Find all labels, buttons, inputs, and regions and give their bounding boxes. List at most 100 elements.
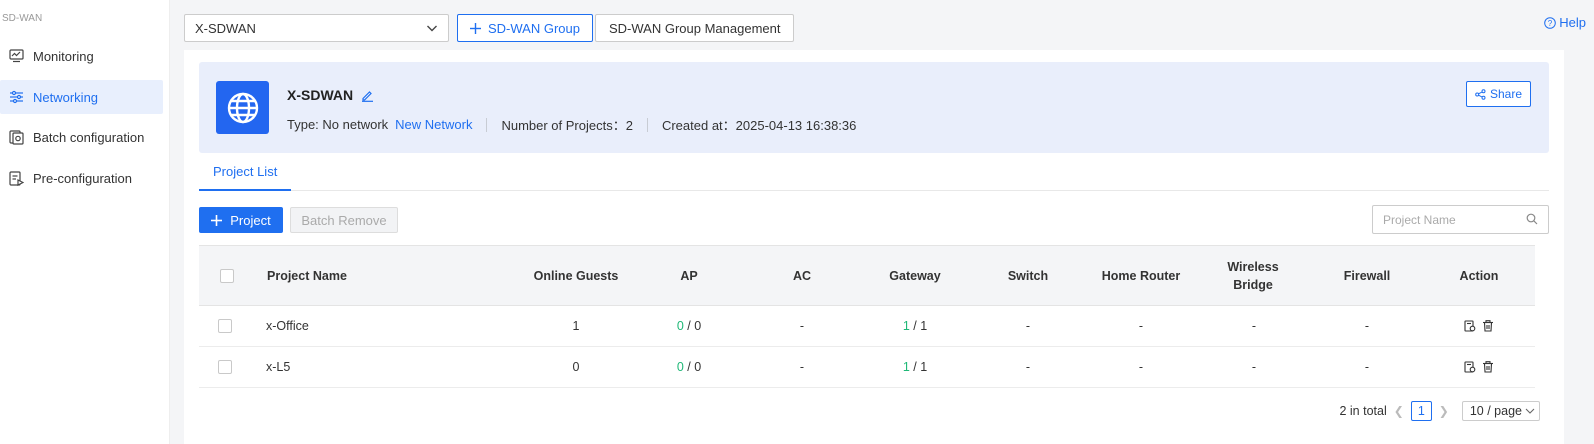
- batch-config-icon: [8, 129, 24, 145]
- col-home-router[interactable]: Home Router: [1084, 246, 1198, 305]
- sliders-icon: [8, 89, 24, 105]
- ap-total-count: / 0: [683, 360, 702, 374]
- sdwan-group-management-label: SD-WAN Group Management: [609, 20, 781, 36]
- row-checkbox[interactable]: [218, 360, 232, 374]
- sidebar: SD-WAN Monitoring Networking Batch confi…: [0, 0, 170, 444]
- total-count: 2 in total: [1339, 404, 1387, 418]
- sidebar-item-networking[interactable]: Networking: [0, 80, 163, 114]
- edit-pencil-icon[interactable]: [361, 89, 374, 102]
- next-page-icon[interactable]: ❯: [1439, 404, 1449, 418]
- add-project-button[interactable]: Project: [199, 207, 283, 233]
- ac-cell: -: [799, 360, 805, 374]
- col-ap[interactable]: AP: [632, 246, 746, 305]
- pagination: 2 in total ❮ 1 ❯ 10 / page: [1339, 401, 1540, 421]
- sidebar-item-monitoring[interactable]: Monitoring: [0, 39, 163, 73]
- home-router-cell: -: [1138, 319, 1144, 333]
- sidebar-brand: SD-WAN: [2, 13, 43, 24]
- batch-remove-label: Batch Remove: [301, 212, 387, 228]
- search-icon[interactable]: [1526, 213, 1538, 225]
- wireless-bridge-cell: -: [1251, 360, 1257, 374]
- table-row: x-L5 0 0 / 0 - 1 / 1 - - - -: [199, 347, 1535, 388]
- project-search: [1372, 205, 1549, 234]
- project-table: Project Name Online Guests AP AC Gateway…: [199, 245, 1535, 388]
- col-wireless-bridge[interactable]: Wireless Bridge: [1212, 246, 1294, 305]
- table-row: x-Office 1 0 / 0 - 1 / 1 - - - -: [199, 306, 1535, 347]
- online-guests-cell: 1: [572, 319, 580, 333]
- chart-monitor-icon: [8, 48, 24, 64]
- page-number[interactable]: 1: [1410, 401, 1432, 421]
- ap-online-count: 0: [676, 319, 684, 333]
- switch-cell: -: [1025, 319, 1031, 333]
- table-header: Project Name Online Guests AP AC Gateway…: [199, 245, 1535, 306]
- row-select-cell: [199, 347, 251, 387]
- sdwan-group-management-button[interactable]: SD-WAN Group Management: [595, 14, 795, 42]
- wireless-bridge-cell: -: [1251, 319, 1257, 333]
- sidebar-item-pre-configuration[interactable]: Pre-configuration: [0, 161, 163, 195]
- divider: [486, 117, 488, 132]
- project-search-input[interactable]: [1383, 212, 1513, 227]
- row-select-cell: [199, 306, 251, 346]
- add-sdwan-group-button[interactable]: SD-WAN Group: [457, 14, 593, 42]
- tab-project-list[interactable]: Project List: [199, 154, 292, 191]
- share-icon: [1475, 88, 1486, 100]
- col-project-name[interactable]: Project Name: [267, 246, 467, 305]
- gateway-total-count: / 1: [909, 319, 928, 333]
- plus-icon: [211, 214, 223, 226]
- pre-config-icon: [8, 170, 24, 186]
- help-link[interactable]: ? Help: [1544, 15, 1586, 30]
- firewall-cell: -: [1364, 319, 1370, 333]
- trash-icon[interactable]: [1482, 320, 1494, 332]
- ap-total-count: / 0: [683, 319, 702, 333]
- gateway-cell: 1 / 1: [858, 347, 972, 387]
- share-button[interactable]: Share: [1465, 81, 1531, 107]
- sidebar-item-label: Monitoring: [33, 48, 94, 64]
- select-all-checkbox[interactable]: [220, 268, 234, 283]
- sdwan-group-select-value: X-SDWAN: [195, 20, 256, 36]
- online-guests-cell: 0: [572, 360, 580, 374]
- col-gateway[interactable]: Gateway: [858, 246, 972, 305]
- gateway-cell: 1 / 1: [858, 306, 972, 346]
- gateway-total-count: / 1: [909, 360, 928, 374]
- row-checkbox[interactable]: [218, 319, 232, 333]
- chevron-down-icon: [426, 22, 438, 37]
- col-firewall[interactable]: Firewall: [1310, 246, 1424, 305]
- page-size-value: 10 / page: [1469, 404, 1522, 418]
- switch-cell: -: [1025, 360, 1031, 374]
- main-panel: X-SDWAN Type: No network New Network Num…: [184, 50, 1564, 444]
- sdwan-group-select[interactable]: X-SDWAN: [184, 14, 449, 42]
- ac-cell: -: [799, 319, 805, 333]
- project-count: Number of Projects：2: [501, 118, 633, 133]
- col-switch[interactable]: Switch: [971, 246, 1085, 305]
- project-name-cell[interactable]: x-L5: [266, 347, 466, 387]
- sidebar-item-label: Batch configuration: [33, 129, 145, 145]
- project-name-cell[interactable]: x-Office: [266, 306, 466, 346]
- group-title: X-SDWAN: [287, 87, 374, 103]
- configure-icon[interactable]: [1464, 361, 1476, 373]
- share-label: Share: [1489, 87, 1522, 101]
- group-meta: Type: No network New Network Number of P…: [287, 115, 856, 134]
- configure-icon[interactable]: [1464, 320, 1476, 332]
- col-online-guests[interactable]: Online Guests: [519, 246, 633, 305]
- trash-icon[interactable]: [1482, 361, 1494, 373]
- help-circle-icon: ?: [1544, 16, 1557, 29]
- select-all-cell: [199, 246, 255, 305]
- created-at: Created at：2025-04-13 16:38:36: [661, 118, 857, 133]
- ap-cell: 0 / 0: [632, 347, 746, 387]
- ap-online-count: 0: [676, 360, 684, 374]
- new-network-link[interactable]: New Network: [395, 117, 472, 132]
- gateway-online-count: 1: [902, 360, 910, 374]
- page-size-select[interactable]: 10 / page: [1461, 401, 1540, 421]
- col-action: Action: [1459, 268, 1499, 283]
- tab-bar: Project List: [199, 154, 1549, 191]
- batch-remove-button[interactable]: Batch Remove: [290, 207, 398, 233]
- add-sdwan-group-label: SD-WAN Group: [488, 20, 580, 36]
- prev-page-icon[interactable]: ❮: [1394, 404, 1404, 418]
- action-cell: [1423, 306, 1535, 346]
- globe-icon: [216, 81, 269, 134]
- firewall-cell: -: [1364, 360, 1370, 374]
- sidebar-item-batch-configuration[interactable]: Batch configuration: [0, 120, 163, 154]
- col-ac[interactable]: AC: [745, 246, 859, 305]
- plus-icon: [470, 22, 481, 34]
- sidebar-item-label: Pre-configuration: [33, 170, 132, 186]
- help-label: Help: [1559, 15, 1586, 30]
